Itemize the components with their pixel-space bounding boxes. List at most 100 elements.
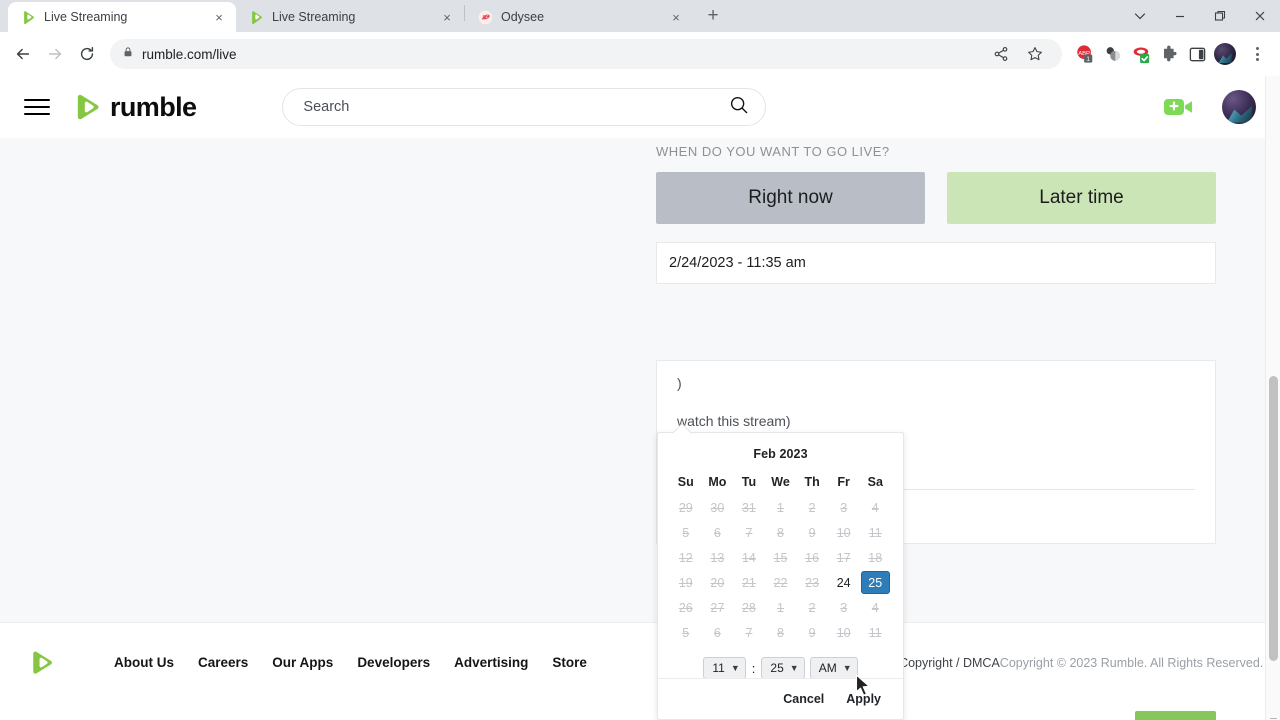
calendar-week-row: 29 30 31 1 2 3 4 — [670, 495, 891, 520]
adblock-icon[interactable]: ABP 1 — [1074, 43, 1096, 65]
calendar-day-cell: 8 — [765, 520, 797, 545]
rumble-logo[interactable]: rumble — [72, 92, 197, 123]
weekday-mo: Mo — [708, 475, 727, 489]
later-time-button[interactable]: Later time — [947, 172, 1216, 224]
back-arrow-icon[interactable] — [8, 39, 38, 69]
footer-link[interactable]: Careers — [198, 655, 248, 670]
calendar-month-title: Feb 2023 — [753, 447, 808, 461]
calendar-day-label: 5 — [682, 625, 690, 640]
calendar-day-label: 2 — [808, 600, 816, 615]
calendar-day-label: 19 — [678, 575, 693, 590]
calendar-day-cell: 10 — [828, 620, 860, 645]
calendar-day-cell: 23 — [796, 570, 828, 595]
calendar-day-cell: 26 — [670, 595, 702, 620]
new-tab-button[interactable]: + — [699, 2, 727, 30]
calendar-week-row: 26 27 28 1 2 3 4 — [670, 595, 891, 620]
calendar-day-label: 24 — [836, 575, 851, 590]
profile-avatar[interactable] — [1210, 39, 1240, 69]
hour-select[interactable]: 11 ▼ — [703, 657, 746, 679]
calendar-weekday-header: Su Mo Tu We Th Fr Sa — [670, 469, 891, 495]
calendar-day-cell: 27 — [702, 595, 734, 620]
hamburger-icon[interactable] — [24, 99, 50, 115]
calendar-week-row: 5 6 7 8 9 10 11 — [670, 620, 891, 645]
calendar-day-label: 1 — [777, 500, 784, 515]
close-window-icon[interactable] — [1240, 0, 1280, 32]
footer-link[interactable]: Advertising — [454, 655, 528, 670]
rumble-icon — [248, 9, 264, 25]
calendar-day-cell: 1 — [765, 495, 797, 520]
footer-link[interactable]: About Us — [114, 655, 174, 670]
minimize-icon[interactable] — [1160, 0, 1200, 32]
address-bar[interactable]: rumble.com/live — [110, 39, 1062, 69]
sidepanel-icon[interactable] — [1186, 43, 1208, 65]
calendar-day-cell: 30 — [702, 495, 734, 520]
close-icon[interactable]: × — [210, 8, 228, 26]
browser-tab-2[interactable]: Live Streaming × — [236, 2, 464, 32]
scrollbar-thumb[interactable] — [1269, 376, 1278, 661]
main-content: WHEN DO YOU WANT TO GO LIVE? Right now L… — [0, 138, 1280, 720]
share-icon[interactable] — [986, 39, 1016, 69]
maximize-icon[interactable] — [1200, 0, 1240, 32]
calendar-day-label: 17 — [836, 550, 851, 565]
calendar-day-cell[interactable]: 24 — [828, 570, 860, 595]
puzzle-icon[interactable] — [1158, 43, 1180, 65]
calendar-day-cell: 17 — [828, 545, 860, 570]
page-viewport: rumble Search WHEN DO YOU WANT TO GO LIV… — [0, 76, 1280, 720]
calendar-day-cell: 10 — [828, 520, 860, 545]
calendar-day-cell: 29 — [670, 495, 702, 520]
calendar-day-label: 18 — [868, 550, 883, 565]
footer-legal-link[interactable]: Copyright / DMCA — [899, 656, 1000, 670]
calendar-grid: Su Mo Tu We Th Fr Sa 29 30 31 1 2 3 4 5 6 7 8 9 10 11… — [658, 463, 903, 645]
apply-button[interactable]: Apply — [846, 692, 881, 706]
browser-tab-3[interactable]: Odysee × — [465, 2, 693, 32]
search-input[interactable]: Search — [282, 88, 767, 126]
browser-tab-1[interactable]: Live Streaming × — [8, 2, 236, 32]
cancel-button[interactable]: Cancel — [783, 692, 824, 706]
calendar-day-label: 20 — [710, 575, 725, 590]
calendar-day-label: 6 — [713, 525, 721, 540]
calendar-day-cell: 6 — [702, 620, 734, 645]
calendar-day-cell[interactable]: 25 — [859, 570, 891, 595]
meridiem-value: AM — [818, 661, 837, 675]
calendar-day-label: 16 — [805, 550, 820, 565]
calendar-day-cell: 1 — [765, 595, 797, 620]
page-scrollbar[interactable] — [1265, 76, 1280, 720]
reload-icon[interactable] — [72, 39, 102, 69]
calendar-week-row: 12 13 14 15 16 17 18 — [670, 545, 891, 570]
minute-select[interactable]: 25 ▼ — [761, 657, 805, 679]
meridiem-select[interactable]: AM ▼ — [809, 657, 858, 679]
datetime-input[interactable]: 2/24/2023 - 11:35 am — [656, 242, 1216, 284]
forward-arrow-icon[interactable] — [40, 39, 70, 69]
chevron-down-icon: ▼ — [789, 662, 799, 673]
calendar-day-label: 10 — [836, 525, 851, 540]
star-icon[interactable] — [1020, 39, 1050, 69]
close-icon[interactable]: × — [438, 8, 456, 26]
close-icon[interactable]: × — [667, 8, 685, 26]
odysee-icon — [477, 9, 493, 25]
time-separator: : — [751, 660, 756, 676]
go-live-choice-group: Right now Later time — [656, 172, 1216, 224]
calendar-body: 29 30 31 1 2 3 4 5 6 7 8 9 10 11 12 13 14 15 16 17 18 19 20 21 2… — [670, 495, 891, 645]
dark-reader-icon[interactable] — [1102, 43, 1124, 65]
grammarly-icon[interactable] — [1130, 43, 1152, 65]
tab-title: Odysee — [501, 10, 545, 24]
footer-link[interactable]: Store — [552, 655, 587, 670]
calendar-day-label: 25 — [860, 571, 890, 594]
video-plus-icon[interactable] — [1162, 93, 1196, 121]
kebab-menu-icon[interactable] — [1242, 39, 1272, 69]
calendar-day-cell: 22 — [765, 570, 797, 595]
calendar-day-cell: 9 — [796, 520, 828, 545]
calendar-day-label: 31 — [741, 500, 756, 515]
search-placeholder: Search — [303, 99, 350, 115]
time-selectors: 11 ▼ : 25 ▼ AM ▼ — [658, 657, 903, 679]
search-icon[interactable] — [729, 95, 749, 120]
footer-link[interactable]: Our Apps — [272, 655, 333, 670]
tab-search-icon[interactable] — [1120, 0, 1160, 32]
right-now-button[interactable]: Right now — [656, 172, 925, 224]
next-button[interactable]: Next — [1135, 711, 1216, 720]
calendar-day-label: 12 — [678, 550, 693, 565]
footer-link[interactable]: Developers — [357, 655, 430, 670]
calendar-day-label: 23 — [805, 575, 820, 590]
tab-title: Live Streaming — [272, 10, 356, 24]
user-avatar[interactable] — [1222, 90, 1256, 124]
